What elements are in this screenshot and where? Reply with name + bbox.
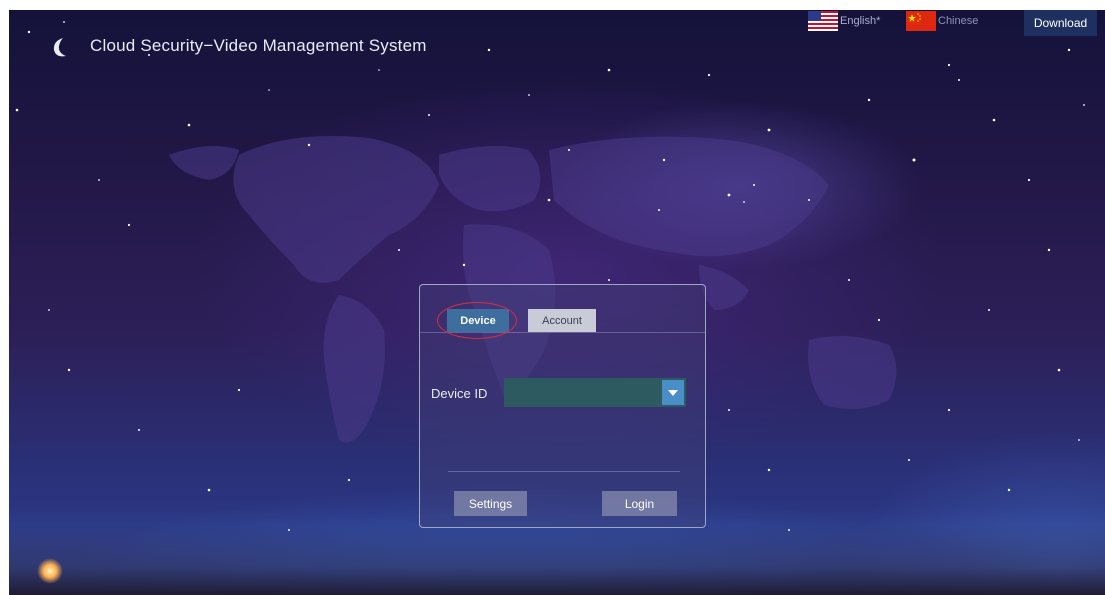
crescent-moon-icon: [53, 38, 66, 57]
language-chinese[interactable]: Chinese: [906, 10, 978, 32]
us-flag-icon: [808, 11, 838, 31]
caret-down-icon[interactable]: [662, 380, 684, 405]
login-tabs: Device Account: [420, 285, 705, 339]
login-panel: Device Account Device ID Settings Login: [419, 284, 706, 528]
device-id-label: Device ID: [431, 386, 488, 401]
language-english-label: English*: [840, 15, 881, 27]
login-screen-background: Cloud Security−Video Management System E…: [9, 10, 1105, 595]
settings-button[interactable]: Settings: [454, 491, 527, 516]
divider: [448, 471, 680, 472]
horizon: [9, 525, 1105, 595]
street-lamp-glow: [37, 558, 63, 584]
china-flag-icon: [906, 11, 936, 31]
language-english[interactable]: English*: [808, 10, 880, 32]
download-button[interactable]: Download: [1024, 10, 1097, 36]
device-id-select[interactable]: [504, 378, 686, 407]
language-chinese-label: Chinese: [938, 15, 979, 27]
tab-account[interactable]: Account: [528, 309, 596, 332]
highlight-ring: [437, 302, 517, 339]
app-title: Cloud Security−Video Management System: [90, 36, 427, 55]
login-button[interactable]: Login: [602, 491, 677, 516]
